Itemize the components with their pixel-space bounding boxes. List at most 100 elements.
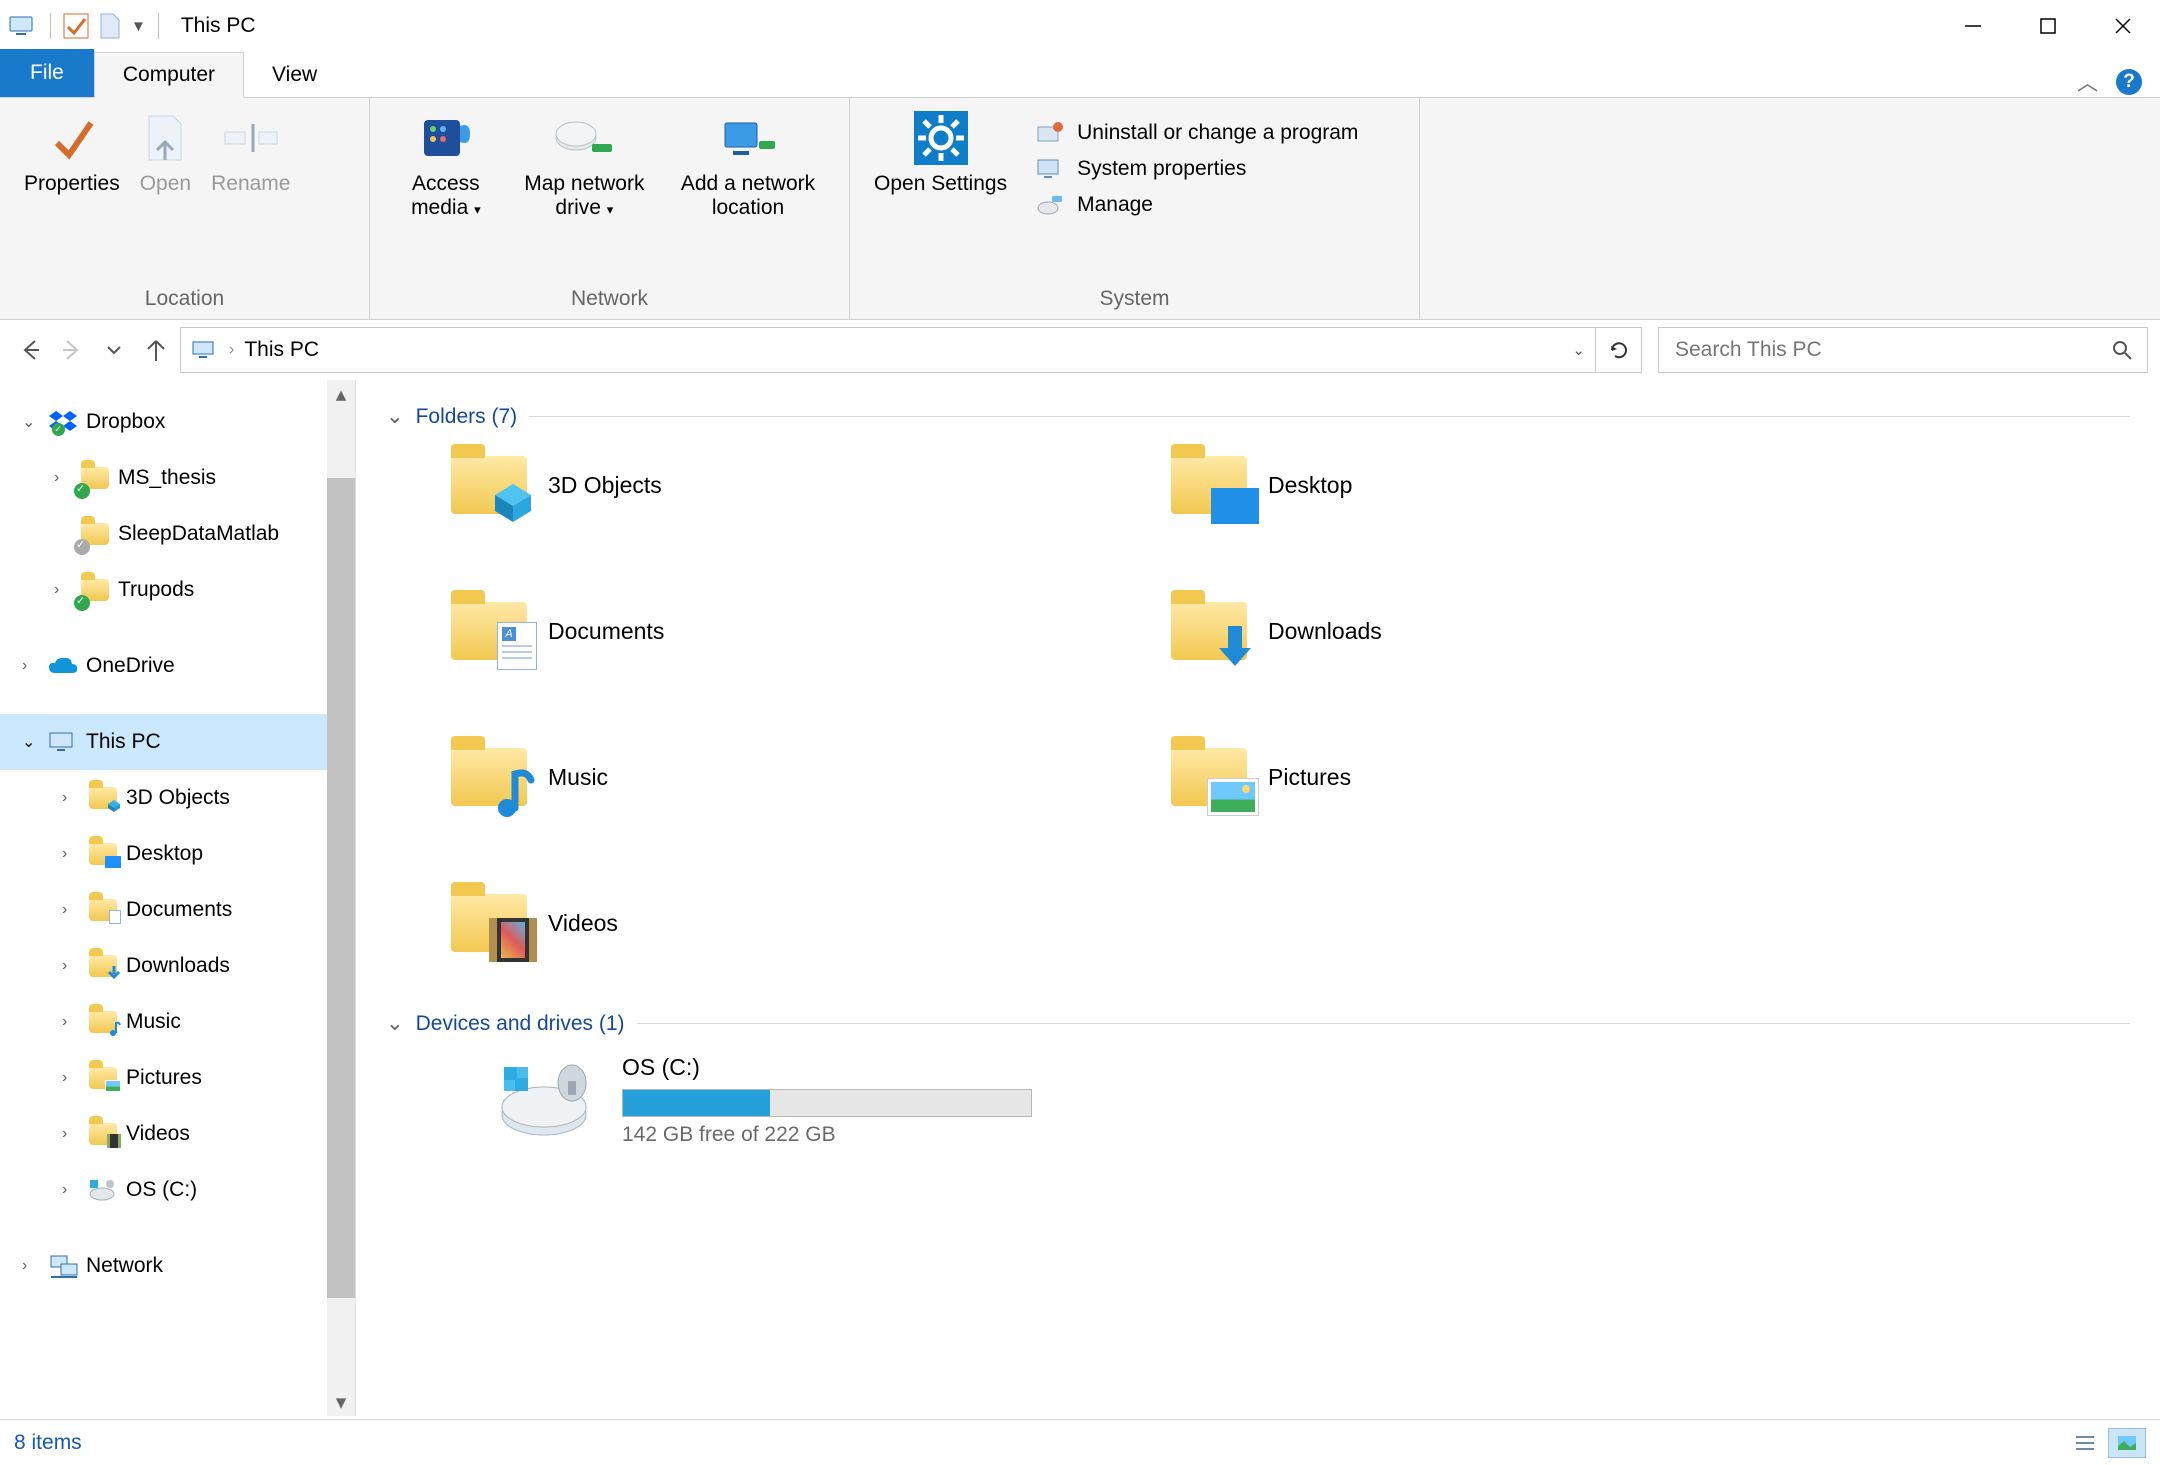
expand-icon[interactable]: › <box>54 581 72 599</box>
nav-sleepdata[interactable]: SleepDataMatlab <box>0 506 355 562</box>
view-details-button[interactable] <box>2066 1428 2104 1458</box>
nav-downloads[interactable]: ›Downloads <box>0 938 355 994</box>
ribbon: Properties Open Rename Location Access m… <box>0 98 2160 320</box>
drive-name: OS (C:) <box>622 1054 1032 1081</box>
status-item-count: 8 items <box>14 1431 82 1455</box>
drive-os-c[interactable]: OS (C:) 142 GB free of 222 GB <box>496 1054 2130 1147</box>
minimize-button[interactable] <box>1935 0 2010 52</box>
collapse-ribbon-icon[interactable]: ︿ <box>2077 67 2098 97</box>
open-button[interactable]: Open <box>130 110 201 196</box>
nav-desktop[interactable]: ›Desktop <box>0 826 355 882</box>
expand-icon[interactable]: › <box>62 957 80 975</box>
add-location-button[interactable]: Add a network location <box>661 110 835 220</box>
drive-free-text: 142 GB free of 222 GB <box>622 1123 1032 1147</box>
group-label-location: Location <box>0 283 369 319</box>
nav-videos[interactable]: ›Videos <box>0 1106 355 1162</box>
group-label-network: Network <box>370 283 849 319</box>
expand-icon[interactable]: › <box>62 1125 80 1143</box>
view-large-icons-button[interactable] <box>2108 1428 2146 1458</box>
forward-button[interactable] <box>54 332 90 368</box>
expand-icon[interactable]: › <box>62 789 80 807</box>
quick-page-icon[interactable] <box>99 12 121 40</box>
expand-icon[interactable]: › <box>62 901 80 919</box>
chevron-right-icon[interactable]: › <box>229 341 234 359</box>
navigation-bar: › This PC ⌄ <box>0 320 2160 380</box>
access-media-button[interactable]: Access media ▾ <box>384 110 508 220</box>
tab-view[interactable]: View <box>244 53 345 97</box>
nav-network[interactable]: › Network <box>0 1238 355 1294</box>
nav-scrollbar[interactable]: ▴ ▾ <box>327 380 355 1416</box>
search-icon[interactable] <box>2111 339 2133 361</box>
nav-dropbox[interactable]: ⌄ ✓ Dropbox <box>0 394 355 450</box>
scroll-up-button[interactable]: ▴ <box>327 380 355 408</box>
window-title: This PC <box>171 14 256 38</box>
drive-usage-bar <box>622 1089 1032 1117</box>
help-icon[interactable]: ? <box>2116 69 2142 95</box>
scroll-down-button[interactable]: ▾ <box>327 1388 355 1416</box>
quick-pc-icon[interactable] <box>8 15 38 37</box>
separator <box>158 13 159 39</box>
open-settings-button[interactable]: Open Settings <box>864 110 1017 196</box>
drive-icon <box>496 1054 606 1144</box>
expand-icon[interactable]: › <box>62 1181 80 1199</box>
quick-access-menu[interactable]: ▼ <box>131 18 146 35</box>
section-folders[interactable]: ⌄ Folders (7) <box>386 404 2130 429</box>
tab-file[interactable]: File <box>0 49 94 97</box>
section-drives[interactable]: ⌄ Devices and drives (1) <box>386 1011 2130 1036</box>
collapse-icon[interactable]: ⌄ <box>22 732 40 752</box>
ribbon-tabs: File Computer View ︿ ? <box>0 52 2160 98</box>
content-pane: ⌄ Folders (7) 3D Objects Desktop A Docum… <box>356 380 2160 1416</box>
maximize-button[interactable] <box>2010 0 2085 52</box>
nav-this-pc[interactable]: ⌄ This PC <box>0 714 355 770</box>
folder-3d-objects[interactable]: 3D Objects <box>446 447 1166 523</box>
dropbox-icon: ✓ <box>46 405 80 439</box>
nav-ms-thesis[interactable]: › MS_thesis <box>0 450 355 506</box>
nav-onedrive[interactable]: › OneDrive <box>0 638 355 694</box>
folder-pictures[interactable]: Pictures <box>1166 739 1886 815</box>
map-drive-button[interactable]: Map network drive ▾ <box>508 110 661 220</box>
separator <box>50 13 51 39</box>
expand-icon[interactable]: › <box>54 469 72 487</box>
status-bar: 8 items <box>0 1419 2160 1465</box>
nav-3d-objects[interactable]: ›3D Objects <box>0 770 355 826</box>
nav-os-drive[interactable]: ›OS (C:) <box>0 1162 355 1218</box>
tab-computer[interactable]: Computer <box>94 52 244 98</box>
onedrive-icon <box>46 649 80 683</box>
search-box[interactable] <box>1658 327 2148 373</box>
recent-locations-button[interactable] <box>96 332 132 368</box>
collapse-icon[interactable]: ⌄ <box>386 1011 404 1036</box>
folder-music[interactable]: Music <box>446 739 1166 815</box>
folder-desktop[interactable]: Desktop <box>1166 447 1886 523</box>
expand-icon[interactable]: › <box>22 1257 40 1275</box>
up-button[interactable] <box>138 332 174 368</box>
pc-icon <box>191 340 219 360</box>
nav-trupods[interactable]: › Trupods <box>0 562 355 618</box>
properties-button[interactable]: Properties <box>14 110 130 196</box>
system-properties-button[interactable]: System properties <box>1035 156 1358 182</box>
nav-music[interactable]: ›Music <box>0 994 355 1050</box>
back-button[interactable] <box>12 332 48 368</box>
network-icon <box>46 1249 80 1283</box>
navigation-pane: ⌄ ✓ Dropbox › MS_thesis SleepDataMatlab … <box>0 380 356 1416</box>
uninstall-button[interactable]: Uninstall or change a program <box>1035 120 1358 146</box>
expand-icon[interactable]: › <box>22 657 40 675</box>
folder-videos[interactable]: Videos <box>446 885 1166 961</box>
search-input[interactable] <box>1673 337 2111 363</box>
rename-button[interactable]: Rename <box>201 110 300 196</box>
address-bar[interactable]: › This PC ⌄ <box>180 327 1596 373</box>
manage-button[interactable]: Manage <box>1035 192 1358 218</box>
address-dropdown[interactable]: ⌄ <box>1572 341 1585 359</box>
expand-icon[interactable]: › <box>62 845 80 863</box>
folder-documents[interactable]: A Documents <box>446 593 1166 669</box>
close-button[interactable] <box>2085 0 2160 52</box>
nav-documents[interactable]: ›Documents <box>0 882 355 938</box>
folder-downloads[interactable]: Downloads <box>1166 593 1886 669</box>
collapse-icon[interactable]: ⌄ <box>22 412 40 432</box>
quick-check-icon[interactable] <box>63 13 89 39</box>
expand-icon[interactable]: › <box>62 1069 80 1087</box>
refresh-button[interactable] <box>1596 327 1642 373</box>
collapse-icon[interactable]: ⌄ <box>386 404 404 429</box>
address-text: This PC <box>244 338 319 362</box>
expand-icon[interactable]: › <box>62 1013 80 1031</box>
nav-pictures[interactable]: ›Pictures <box>0 1050 355 1106</box>
